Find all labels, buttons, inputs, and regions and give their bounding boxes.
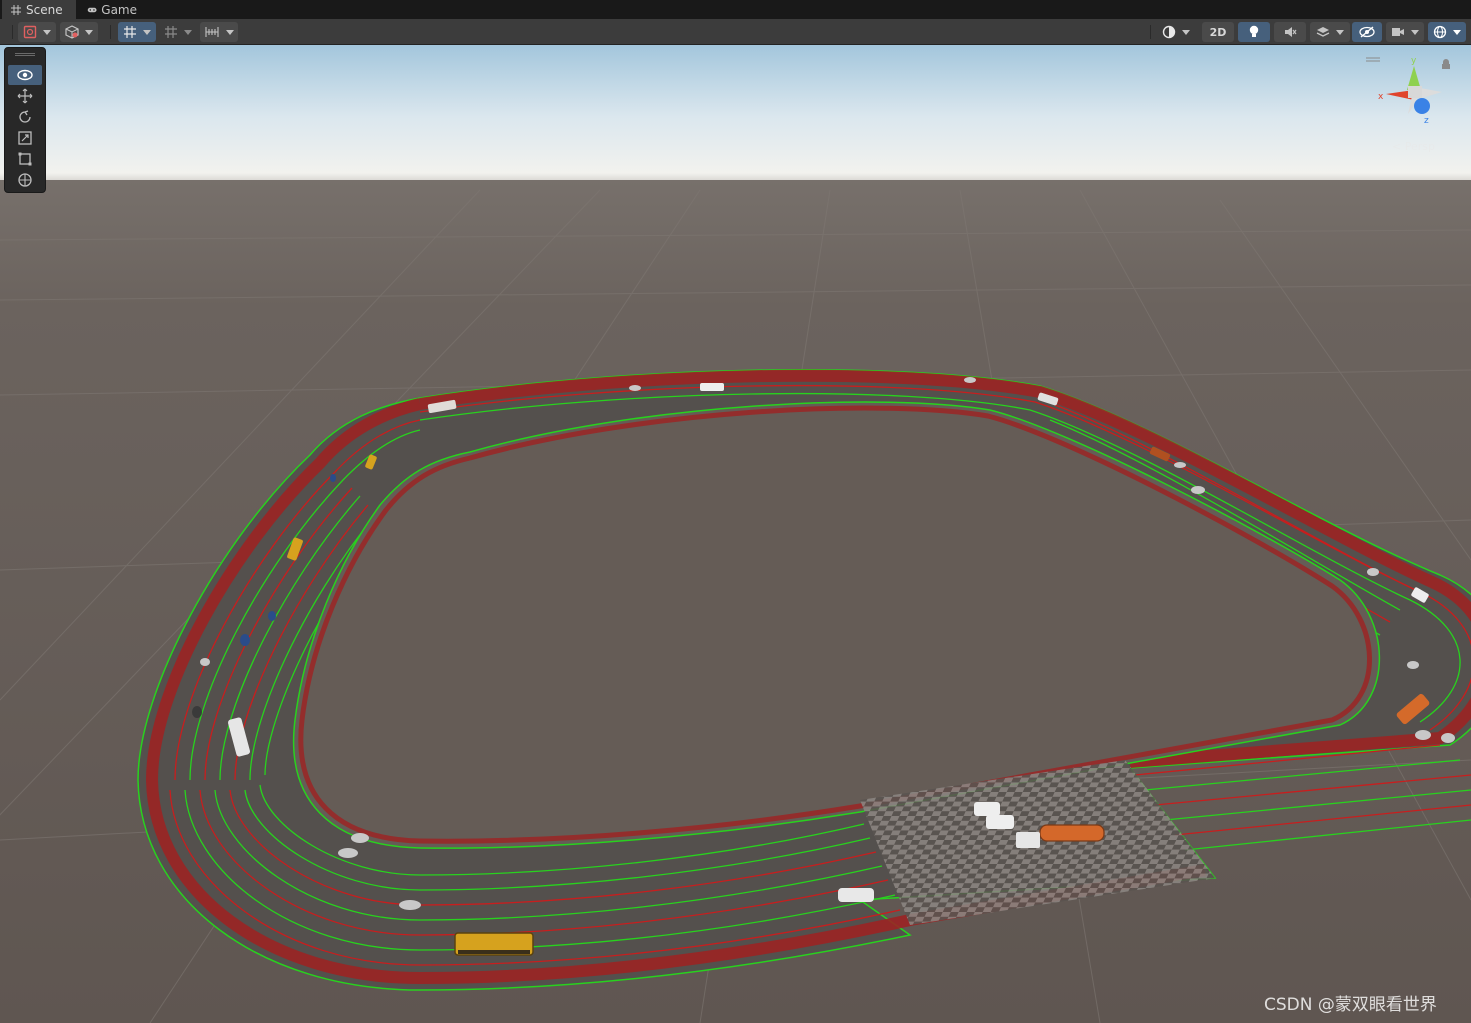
rect-icon [18,152,32,166]
gamepad-icon [87,7,97,12]
transform-icon [18,173,32,187]
lighting-bulb-icon [1249,25,1259,37]
toolbar-separator [1150,25,1151,39]
grid-icon [11,4,21,15]
dark-car [192,706,202,718]
white-bus [700,383,724,391]
2d-toggle-button[interactable]: 2D [1202,22,1234,42]
white-van [974,802,1000,816]
car [399,900,421,910]
move-tool-button[interactable] [8,86,42,106]
white-van [986,815,1014,829]
scene-viewport[interactable]: y x z < Persp CSDN @蒙双眼看世界 [0,45,1471,1023]
tool-palette [4,47,46,193]
draw-mode-dropdown[interactable] [18,22,56,42]
car [1441,733,1455,743]
gizmos-dropdown[interactable] [1428,22,1466,42]
gizmo-z-label: z [1424,116,1429,126]
draw-mode-icon [23,25,37,39]
blue-car [268,611,276,621]
grid-snap-icon [124,26,136,38]
increment-snap-icon [165,26,177,38]
scale-icon [18,131,32,145]
truck-cab [1016,832,1040,848]
car [964,377,976,383]
2d-toggle-label: 2D [1209,25,1227,39]
car [200,658,210,666]
scene-audio-toggle[interactable] [1274,22,1306,42]
rect-tool-button[interactable] [8,149,42,169]
scene-toolbar: 2D [0,19,1471,45]
palette-drag-handle[interactable] [15,53,35,56]
scene-camera-dropdown[interactable] [1386,22,1424,42]
scene-render [0,45,1471,1023]
car [338,848,358,858]
car [1367,568,1379,576]
eye-icon [17,69,33,81]
projection-label[interactable]: < Persp [1392,140,1435,153]
projection-arrow-icon: < [1392,140,1405,153]
render-mode-dropdown[interactable] [60,22,98,42]
scene-visibility-toggle[interactable] [1352,22,1382,42]
scene-lighting-toggle[interactable] [1238,22,1270,42]
scene-effects-dropdown[interactable] [1310,22,1350,42]
unity-scene-window: Scene Game 2D y x z < Persp CSDN @蒙双眼看世界 [0,0,1471,1023]
watermark: CSDN @蒙双眼看世界 [1264,995,1437,1015]
vertex-snap-dropdown[interactable] [200,22,238,42]
rotate-tool-button[interactable] [8,107,42,127]
tab-game-label: Game [101,2,137,17]
toolbar-separator [12,25,13,39]
car [1407,661,1419,669]
toolbar-separator [110,25,111,39]
view-tool-button[interactable] [8,65,42,85]
tab-bar: Scene Game [0,0,1471,19]
lock-icon [1442,59,1450,69]
move-arrows-icon [17,88,33,104]
car [1174,462,1186,468]
render-cube-icon [65,25,79,39]
transform-tool-button[interactable] [8,170,42,190]
car [351,833,369,843]
scale-tool-button[interactable] [8,128,42,148]
grid-snap-toggle[interactable] [118,22,156,42]
gizmo-x-label: x [1378,92,1384,102]
blue-car [330,474,336,482]
tanker-truck [1039,824,1105,842]
rotate-icon [19,110,31,123]
white-van [838,888,874,902]
shading-sphere-icon [1162,25,1176,39]
shading-mode-dropdown[interactable] [1156,22,1196,42]
blue-car [240,634,250,646]
projection-text: Persp [1404,140,1435,153]
hidden-objects-eye-icon [1359,26,1375,38]
effects-layers-icon [1316,27,1330,37]
scene-camera-icon [1392,28,1404,36]
tab-game[interactable]: Game [79,0,145,19]
tab-scene[interactable]: Scene [2,0,76,19]
audio-mute-icon [1285,27,1297,37]
car [1415,730,1431,740]
gizmo-y-label: y [1411,56,1417,66]
vertex-snap-icon [205,27,219,37]
axis-gizmo-icon: y x z [1366,56,1450,126]
increment-snap-dropdown[interactable] [160,22,196,42]
car [1191,486,1205,494]
gizmos-globe-icon [1433,25,1447,39]
tab-scene-label: Scene [26,2,63,17]
car [629,385,641,391]
